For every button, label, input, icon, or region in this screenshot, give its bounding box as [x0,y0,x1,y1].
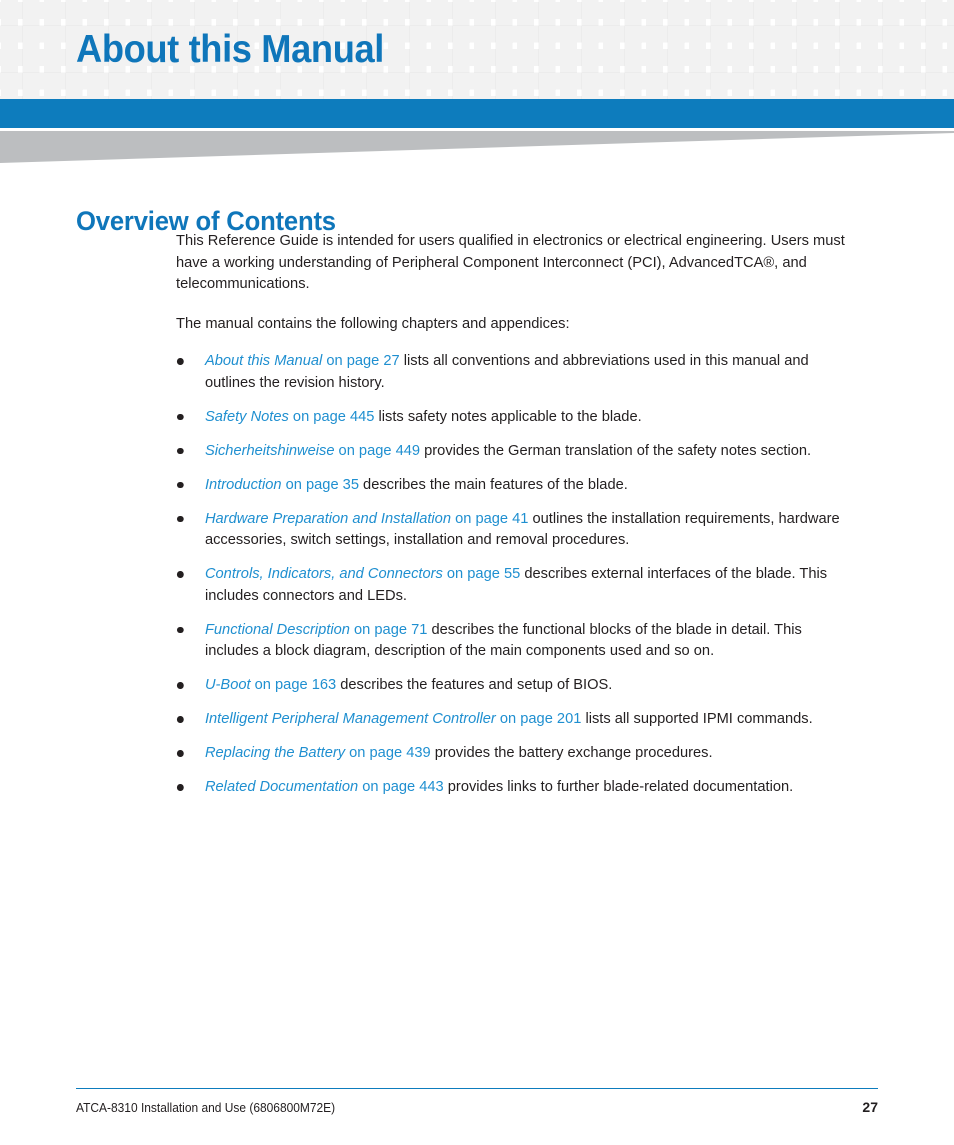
list-item: Related Documentation on page 443 provid… [176,776,852,798]
list-item: About this Manual on page 27 lists all c… [176,350,852,393]
footer-document-title: ATCA-8310 Installation and Use (6806800M… [76,1101,336,1115]
footer-row: ATCA-8310 Installation and Use (6806800M… [76,1099,878,1115]
bullet-dot-icon [176,682,184,689]
cross-reference-title-link[interactable]: Sicherheitshinweise [205,442,335,459]
bullet-dot-icon [176,626,184,633]
bullet-dot-icon [176,515,184,522]
list-item: Hardware Preparation and Installation on… [176,508,852,551]
cross-reference-title-link[interactable]: Intelligent Peripheral Management Contro… [205,710,496,727]
list-item-description: describes the main features of the blade… [358,475,628,493]
header-gray-wedge [0,131,954,165]
list-item-description: lists safety notes applicable to the bla… [374,407,642,425]
bullet-dot-icon [176,413,184,420]
cross-reference-title-link[interactable]: Hardware Preparation and Installation [205,510,451,527]
cross-reference-title-link[interactable]: Controls, Indicators, and Connectors [205,565,443,582]
body-text-block: This Reference Guide is intended for use… [176,230,876,810]
cross-reference-page-link[interactable]: on page 201 [496,710,582,727]
list-item-description: lists all supported IPMI commands. [581,710,813,727]
bullet-dot-icon [176,571,184,578]
list-item-description: provides links to further blade-related … [443,778,794,795]
list-item-description: describes the features and setup of BIOS… [336,676,613,693]
list-item-description: provides the German translation of the s… [420,441,812,459]
cross-reference-page-link[interactable]: on page 55 [443,565,520,582]
cross-reference-title-link[interactable]: U-Boot [205,676,251,693]
list-item: Introduction on page 35 describes the ma… [176,474,852,496]
bullet-dot-icon [176,358,184,365]
bullet-dot-icon [176,447,184,454]
intro-paragraph: This Reference Guide is intended for use… [176,232,845,292]
cross-reference-title-link[interactable]: Replacing the Battery [205,744,345,761]
chapter-overview-list: About this Manual on page 27 lists all c… [176,350,876,798]
cross-reference-page-link[interactable]: on page 449 [334,442,421,459]
list-item: Replacing the Battery on page 439 provid… [176,742,852,764]
page-header-band: About this Manual [0,0,954,100]
cross-reference-page-link[interactable]: on page 445 [289,408,375,425]
list-item: Controls, Indicators, and Connectors on … [176,563,852,606]
gray-wedge-shape [0,131,954,163]
bullet-dot-icon [176,750,184,757]
cross-reference-page-link[interactable]: on page 71 [350,621,427,638]
cross-reference-title-link[interactable]: About this Manual [205,352,322,369]
cross-reference-page-link[interactable]: on page 443 [358,778,444,795]
list-item-description: provides the battery exchange procedures… [430,744,713,761]
bullet-dot-icon [176,716,184,723]
cross-reference-title-link[interactable]: Related Documentation [205,778,358,795]
cross-reference-page-link[interactable]: on page 439 [345,744,431,761]
cross-reference-page-link[interactable]: on page 35 [282,476,359,493]
list-item: U-Boot on page 163 describes the feature… [176,674,852,696]
footer-divider [76,1088,878,1090]
bullet-dot-icon [176,481,184,488]
chapter-title: About this Manual [76,28,385,71]
cross-reference-page-link[interactable]: on page 27 [322,352,399,369]
footer-page-number: 27 [862,1099,878,1115]
header-accent-bar [0,99,954,128]
list-item: Functional Description on page 71 descri… [176,619,852,662]
lead-in-paragraph: The manual contains the following chapte… [176,314,570,332]
bullet-dot-icon [176,784,184,791]
cross-reference-title-link[interactable]: Functional Description [205,621,350,638]
list-item: Safety Notes on page 445 lists safety no… [176,406,852,428]
cross-reference-page-link[interactable]: on page 163 [251,676,337,693]
cross-reference-title-link[interactable]: Introduction [205,476,282,493]
list-item: Sicherheitshinweise on page 449 provides… [176,440,852,462]
list-item: Intelligent Peripheral Management Contro… [176,708,852,730]
cross-reference-title-link[interactable]: Safety Notes [205,408,289,425]
cross-reference-page-link[interactable]: on page 41 [451,510,528,527]
